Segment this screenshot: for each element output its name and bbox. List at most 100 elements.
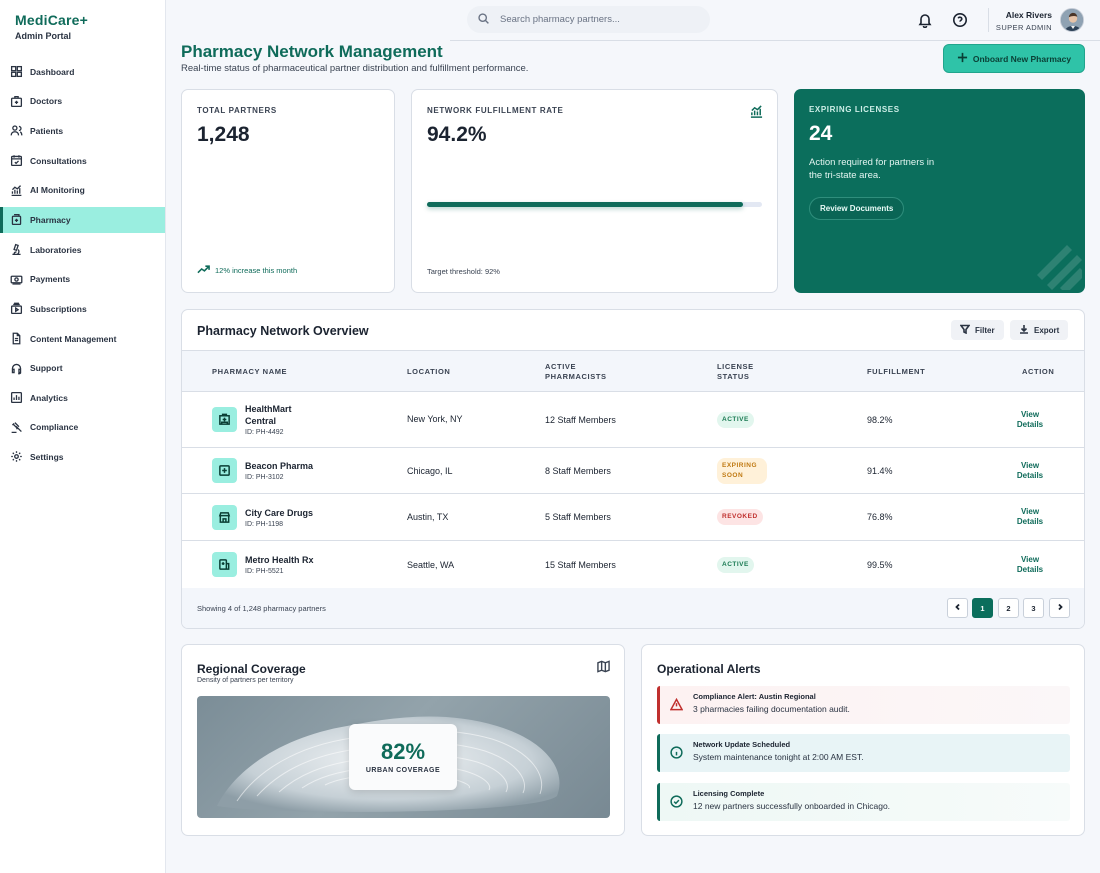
- fulfillment-rate-card: NETWORK FULFILLMENT RATE 94.2% Target th…: [411, 89, 778, 293]
- warning-icon: [669, 697, 684, 711]
- alert-item-compliance[interactable]: Compliance Alert: Austin Regional 3 phar…: [657, 686, 1070, 724]
- avatar[interactable]: [1060, 8, 1084, 32]
- user-role: SUPER ADMIN: [995, 23, 1052, 32]
- pharmacy-staff: 12 Staff Members: [545, 414, 616, 425]
- status-badge: ACTIVE: [717, 556, 754, 573]
- sidebar-item-dashboard[interactable]: Dashboard: [0, 57, 165, 87]
- payments-icon: [10, 273, 23, 286]
- sidebar-item-label: AI Monitoring: [30, 185, 85, 196]
- onboard-pharmacy-button[interactable]: Onboard New Pharmacy: [943, 44, 1085, 73]
- fulfillment-progress-bar: [427, 202, 762, 207]
- decorative-stripes-icon: [1037, 245, 1082, 290]
- map-icon[interactable]: [597, 660, 610, 673]
- sidebar-item-compliance[interactable]: Compliance: [0, 413, 165, 443]
- patients-icon: [10, 124, 23, 137]
- next-page-button[interactable]: [1049, 598, 1070, 618]
- table-header: PHARMACY NAME LOCATION ACTIVE PHARMACIST…: [182, 350, 1084, 392]
- stat-value: 94.2%: [427, 123, 487, 146]
- region-subtitle: Density of partners per territory: [197, 677, 294, 684]
- pharmacy-location: Chicago, IL: [407, 465, 453, 476]
- alert-title: Licensing Complete: [693, 789, 765, 798]
- subscriptions-icon: [10, 302, 23, 315]
- sidebar-item-patients[interactable]: Patients: [0, 116, 165, 146]
- col-header-name: PHARMACY NAME: [212, 367, 288, 376]
- pharmacy-staff: 15 Staff Members: [545, 559, 616, 570]
- sidebar-item-label: Consultations: [30, 155, 87, 166]
- review-documents-button[interactable]: Review Documents: [809, 197, 905, 220]
- pharmacy-location: Seattle, WA: [407, 559, 455, 570]
- search-input[interactable]: [500, 14, 680, 25]
- status-badge: EXPIRING SOON: [717, 457, 767, 484]
- sidebar-item-support[interactable]: Support: [0, 353, 165, 383]
- user-name: Alex Rivers: [1005, 10, 1052, 20]
- table-row: Metro Health Rx ID: PH-5521 Seattle, WA 1…: [182, 541, 1084, 588]
- view-details-link[interactable]: View Details: [1012, 410, 1048, 430]
- alert-title: Network Update Scheduled: [693, 740, 791, 749]
- status-badge: REVOKED: [717, 509, 763, 525]
- pharmacy-location: Austin, TX: [407, 512, 449, 522]
- gavel-icon: [10, 421, 23, 434]
- chevron-right-icon: [1056, 603, 1064, 613]
- licenses-description: Action required for partners in the tri-…: [809, 157, 935, 181]
- view-details-link[interactable]: View Details: [1012, 507, 1048, 527]
- trend-indicator: 12% increase this month: [197, 264, 297, 276]
- stat-label: NETWORK FULFILLMENT RATE: [427, 106, 564, 115]
- sidebar-item-ai-monitoring[interactable]: AI Monitoring: [0, 175, 165, 205]
- view-details-link[interactable]: View Details: [1012, 461, 1048, 481]
- sidebar-item-doctors[interactable]: Doctors: [0, 87, 165, 117]
- status-badge: ACTIVE: [717, 411, 754, 428]
- sidebar-item-pharmacy[interactable]: Pharmacy: [0, 206, 165, 233]
- sidebar-item-consultations[interactable]: Consultations: [0, 146, 165, 176]
- doctor-icon: [10, 95, 23, 108]
- sidebar-item-settings[interactable]: Settings: [0, 442, 165, 472]
- col-header-license: LICENSE STATUS: [717, 362, 754, 381]
- view-details-link[interactable]: View Details: [1012, 555, 1048, 575]
- pharmacy-icon: [10, 213, 23, 226]
- total-partners-card: TOTAL PARTNERS 1,248 12% increase this m…: [181, 89, 395, 293]
- brand-subtitle: Admin Portal: [15, 31, 72, 41]
- chart-icon: [10, 184, 23, 197]
- col-header-fulfillment: FULFILLMENT: [867, 367, 926, 376]
- alert-item-network-update[interactable]: Network Update Scheduled System maintena…: [657, 734, 1070, 772]
- sidebar-item-subscriptions[interactable]: Subscriptions: [0, 294, 165, 324]
- user-info[interactable]: Alex Rivers SUPER ADMIN: [996, 10, 1052, 32]
- sidebar-item-content-management[interactable]: Content Management: [0, 324, 165, 354]
- coverage-value: 82%: [380, 739, 426, 764]
- help-icon[interactable]: [952, 12, 968, 28]
- brand: MediCare+ Admin Portal: [15, 12, 88, 41]
- alert-title: Compliance Alert: Austin Regional: [693, 692, 816, 701]
- search-bar[interactable]: [467, 6, 710, 33]
- sidebar-item-payments[interactable]: Payments: [0, 265, 165, 295]
- col-header-pharmacists: ACTIVE PHARMACISTS: [545, 362, 607, 381]
- export-button[interactable]: Export: [1010, 320, 1069, 340]
- medical-cross-icon: [212, 458, 237, 483]
- alert-message: 3 pharmacies failing documentation audit…: [693, 704, 850, 714]
- header-divider: [450, 40, 1100, 41]
- expiring-licenses-card: EXPIRING LICENSES 24 Action required for…: [794, 89, 1085, 293]
- sidebar-item-laboratories[interactable]: Laboratories: [0, 235, 165, 265]
- prev-page-button[interactable]: [947, 598, 968, 618]
- storefront-icon: [212, 505, 237, 530]
- region-title: Regional Coverage: [197, 662, 306, 676]
- export-label: Export: [1034, 325, 1060, 335]
- page-button-3[interactable]: 3: [1023, 598, 1044, 618]
- sidebar: MediCare+ Admin Portal Dashboard Doctors…: [0, 0, 166, 873]
- header-separator: [988, 8, 989, 32]
- bell-icon[interactable]: [917, 12, 933, 29]
- page-button-1[interactable]: 1: [972, 598, 993, 618]
- operational-alerts-card: Operational Alerts Compliance Alert: Aus…: [641, 644, 1085, 836]
- pharmacy-staff: 8 Staff Members: [545, 465, 611, 476]
- page-button-2[interactable]: 2: [998, 598, 1019, 618]
- sidebar-item-label: Analytics: [30, 392, 68, 403]
- table-footer: Showing 4 of 1,248 pharmacy partners 1 2…: [182, 588, 1084, 628]
- pharmacy-name: Metro Health Rx: [245, 555, 314, 565]
- gear-icon: [10, 450, 23, 463]
- table-row: HealthMart Central ID: PH-4492 New York, …: [182, 392, 1084, 448]
- sidebar-item-analytics[interactable]: Analytics: [0, 383, 165, 413]
- sidebar-item-label: Payments: [30, 274, 71, 285]
- stat-label: TOTAL PARTNERS: [197, 106, 277, 115]
- alert-item-licensing[interactable]: Licensing Complete 12 new partners succe…: [657, 783, 1070, 821]
- coverage-map-image: 82% URBAN COVERAGE: [197, 696, 610, 818]
- urban-coverage-panel: 82% URBAN COVERAGE: [349, 724, 457, 790]
- filter-button[interactable]: Filter: [951, 320, 1004, 340]
